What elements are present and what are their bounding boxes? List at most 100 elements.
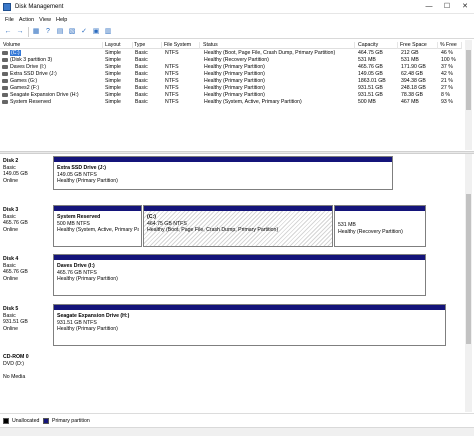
volume-percent-free: 42 % [441,71,453,77]
volume-type: Basic [135,57,148,63]
volume-row[interactable]: Daves Drive (I:) Simple Basic NTFS Healt… [0,64,462,71]
volume-row[interactable]: (C:) Simple Basic NTFS Healthy (Boot, Pa… [0,50,462,57]
volume-list-scrollbar[interactable] [465,40,472,150]
partition-recovery[interactable]: 531 MB Healthy (Recovery Partition) [334,205,426,247]
check-icon[interactable]: ✓ [79,27,89,37]
help-icon[interactable]: ? [43,27,53,37]
disk-5-label[interactable]: Disk 5 Basic 931.51 GB Online [3,306,51,332]
minimize-button[interactable]: — [420,0,438,13]
volume-free-space: 467 MB [401,99,419,105]
disk-management-icon [3,3,11,11]
volume-layout: Simple [105,71,121,77]
scrollbar-thumb[interactable] [466,50,471,110]
volume-capacity: 149.05 GB [358,71,383,77]
volume-icon [2,93,8,97]
volume-free-space: 212 GB [401,50,419,56]
partition-size: 500 MB NTFS [57,220,90,227]
disk-icon[interactable]: ▣ [91,27,101,37]
partition-status: Healthy (System, Active, Primary Partiti… [57,227,139,234]
volume-capacity: 931.51 GB [358,85,383,91]
volume-type: Basic [135,92,148,98]
disk-size: 931.51 GB [3,319,28,326]
column-percent-free[interactable]: % Free [440,42,462,49]
volume-name: Extra SSD Drive (J:) [10,71,57,77]
legend-unallocated: Unallocated [12,418,40,424]
disk-view-scrollbar[interactable] [465,154,472,412]
close-button[interactable]: ✕ [456,0,474,13]
partition-status: Healthy (Primary Partition) [57,276,118,283]
menu-file[interactable]: File [5,15,14,25]
disk-2-label[interactable]: Disk 2 Basic 149.05 GB Online [3,158,51,184]
primary-partition-bar [54,305,445,310]
refresh-icon[interactable]: ▧ [67,27,77,37]
volume-row[interactable]: Extra SSD Drive (J:) Simple Basic NTFS H… [0,71,462,78]
menu-view[interactable]: View [39,15,51,25]
disk-name: Disk 4 [3,256,19,262]
volume-file-system: NTFS [165,71,179,77]
partition-name: (C:) [147,214,156,220]
volume-free-space: 62.48 GB [401,71,423,77]
volume-free-space: 531 MB [401,57,419,63]
console-tree-icon[interactable]: ▦ [31,27,41,37]
window-title: Disk Management [15,4,64,10]
partition-c[interactable]: (C:) 464.75 GB NTFS Healthy (Boot, Page … [143,205,333,247]
partition-status: Healthy (Primary Partition) [57,326,118,333]
scrollbar-thumb[interactable] [466,194,471,344]
column-free-space[interactable]: Free Space [400,42,438,49]
volume-name: Seagate Expansion Drive (H:) [10,92,79,98]
volume-file-system: NTFS [165,78,179,84]
partition-size: 464.75 GB NTFS [147,220,187,227]
volume-list: Volume Layout Type File System Status Ca… [0,40,474,150]
volume-icon [2,58,8,62]
menu-action[interactable]: Action [19,15,34,25]
disk-type: Basic [3,262,16,269]
volume-type: Basic [135,50,148,56]
volume-name: Daves Drive (I:) [10,64,47,70]
volume-layout: Simple [105,64,121,70]
partition-system-reserved[interactable]: System Reserved 500 MB NTFS Healthy (Sys… [53,205,142,247]
back-icon[interactable]: ← [3,27,13,37]
volume-row[interactable]: System Reserved Simple Basic NTFS Health… [0,99,462,106]
volume-percent-free: 8 % [441,92,450,98]
volume-type: Basic [135,71,148,77]
disk-type: DVD (D:) [3,360,25,367]
disk-size: 465.76 GB [3,269,28,276]
volume-free-space: 394.38 GB [401,78,426,84]
disk-type: Basic [3,164,16,171]
volume-row[interactable]: (Disk 3 partition 3) Simple Basic Health… [0,57,462,64]
disk-3-label[interactable]: Disk 3 Basic 465.76 GB Online [3,207,51,233]
volume-percent-free: 100 % [441,57,456,63]
partition-extra-ssd-j[interactable]: Extra SSD Drive (J:) 149.05 GB NTFS Heal… [53,156,393,190]
volume-layout: Simple [105,78,121,84]
disk-state: Online [3,226,18,233]
disk-name: Disk 5 [3,306,19,312]
volume-icon[interactable]: ▥ [103,27,113,37]
column-type[interactable]: Type [134,42,162,49]
column-status[interactable]: Status [203,42,355,49]
partition-seagate-expansion-h[interactable]: Seagate Expansion Drive (H:) 931.51 GB N… [53,304,446,346]
volume-row[interactable]: Seagate Expansion Drive (H:) Simple Basi… [0,92,462,99]
volume-row[interactable]: Games2 (F:) Simple Basic NTFS Healthy (P… [0,85,462,92]
column-capacity[interactable]: Capacity [358,42,398,49]
volume-layout: Simple [105,50,121,56]
forward-icon[interactable]: → [15,27,25,37]
volume-percent-free: 27 % [441,85,453,91]
volume-name: System Reserved [10,99,51,105]
column-volume[interactable]: Volume [3,42,103,49]
maximize-button[interactable]: ☐ [438,0,456,13]
volume-percent-free: 21 % [441,78,453,84]
menu-help[interactable]: Help [56,15,67,25]
volume-row[interactable]: Games (G:) Simple Basic NTFS Healthy (Pr… [0,78,462,85]
properties-icon[interactable]: ▤ [55,27,65,37]
volume-file-system: NTFS [165,92,179,98]
volume-percent-free: 46 % [441,50,453,56]
column-file-system[interactable]: File System [164,42,200,49]
disk-4-label[interactable]: Disk 4 Basic 465.76 GB Online [3,256,51,282]
volume-icon [2,51,8,55]
column-layout[interactable]: Layout [105,42,133,49]
primary-partition-swatch [43,418,49,424]
cd-rom-0-label[interactable]: CD-ROM 0 DVD (D:) No Media [3,354,51,380]
primary-partition-bar [54,157,392,162]
volume-layout: Simple [105,57,121,63]
partition-daves-drive-i[interactable]: Daves Drive (I:) 465.76 GB NTFS Healthy … [53,254,426,296]
